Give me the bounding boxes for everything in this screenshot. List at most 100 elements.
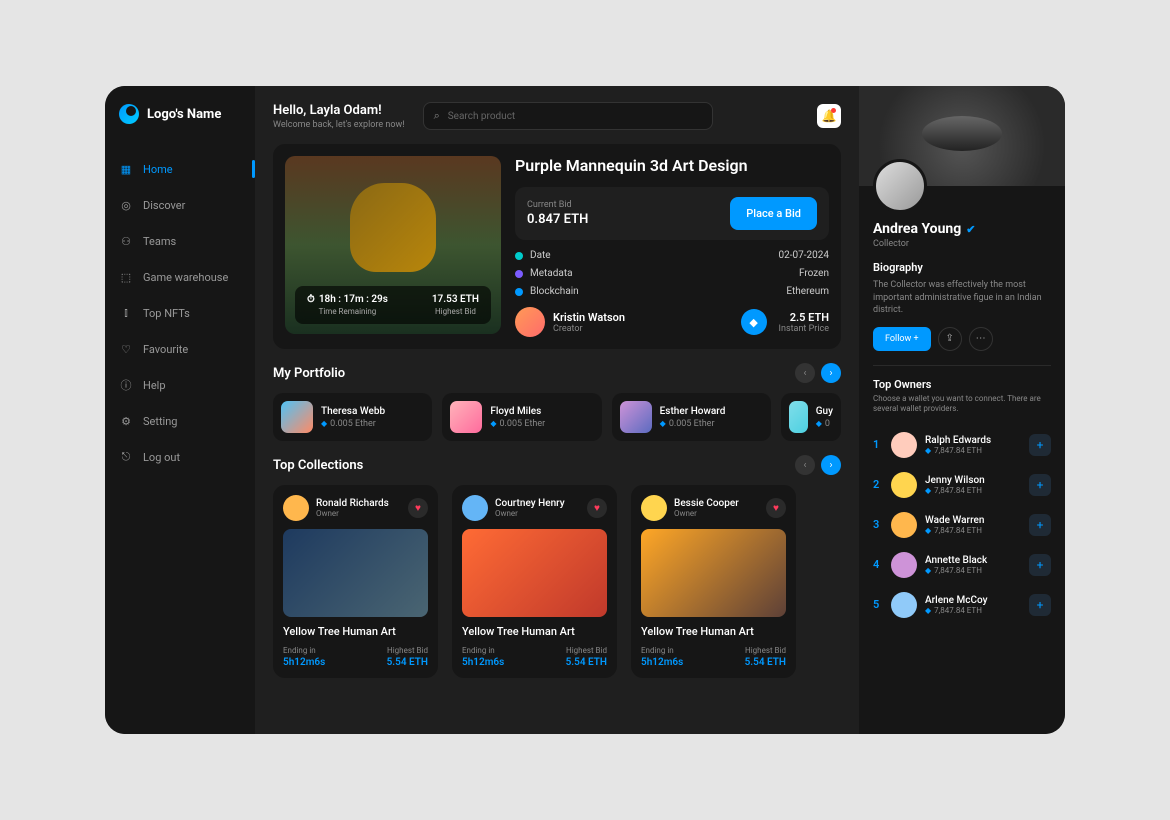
owner-avatar bbox=[641, 495, 667, 521]
nav-top-nfts[interactable]: ⫾Top NFTs bbox=[105, 296, 255, 330]
collection-card[interactable]: Ronald RichardsOwner♥ Yellow Tree Human … bbox=[273, 485, 438, 678]
more-button[interactable]: ⋯ bbox=[969, 327, 993, 351]
favorite-button[interactable]: ♥ bbox=[587, 498, 607, 518]
portfolio-image bbox=[620, 401, 652, 433]
heart-icon: ♡ bbox=[119, 342, 133, 356]
nav-setting[interactable]: ⚙Setting bbox=[105, 404, 255, 438]
dot-icon bbox=[515, 270, 523, 278]
portfolio-card[interactable]: Theresa Webb◆0.005 Ether bbox=[273, 393, 432, 441]
place-bid-button[interactable]: Place a Bid bbox=[730, 197, 817, 230]
nav-home[interactable]: ▦Home bbox=[105, 152, 255, 186]
portfolio-title: My Portfolio bbox=[273, 366, 345, 381]
portfolio-card[interactable]: Esther Howard◆0.005 Ether bbox=[612, 393, 771, 441]
eth-icon: ◆ bbox=[321, 419, 327, 428]
share-button[interactable]: ⇪ bbox=[938, 327, 962, 351]
follow-button[interactable]: Follow + bbox=[873, 327, 931, 351]
verified-icon: ✔ bbox=[966, 223, 975, 236]
profile-avatar bbox=[873, 159, 927, 213]
notification-button[interactable]: 🔔 bbox=[817, 104, 841, 128]
portfolio-row: Theresa Webb◆0.005 Ether Floyd Miles◆0.0… bbox=[273, 393, 841, 441]
eth-icon: ◆ bbox=[490, 419, 496, 428]
collections-next[interactable]: › bbox=[821, 455, 841, 475]
owner-avatar bbox=[283, 495, 309, 521]
dot-icon bbox=[515, 288, 523, 296]
owner-avatar bbox=[891, 472, 917, 498]
add-owner-button[interactable]: + bbox=[1029, 434, 1051, 456]
creator-name: Kristin Watson bbox=[553, 311, 625, 324]
nav-discover[interactable]: ◎Discover bbox=[105, 188, 255, 222]
logo-icon bbox=[119, 104, 139, 124]
nav-warehouse[interactable]: ⬚Game warehouse bbox=[105, 260, 255, 294]
owners-list: 1Ralph Edwards◆7,847.84 ETH+ 2Jenny Wils… bbox=[873, 425, 1051, 625]
portfolio-card[interactable]: Guy◆0 bbox=[781, 393, 841, 441]
creator-role: Creator bbox=[553, 324, 625, 334]
meta-list: Date02-07-2024 MetadataFrozen Blockchain… bbox=[515, 250, 829, 297]
creator-row: Kristin Watson Creator ◆ 2.5 ETH Instant… bbox=[515, 307, 829, 337]
header: Hello, Layla Odam! Welcome back, let's e… bbox=[273, 102, 841, 130]
logo: Logo's Name bbox=[105, 104, 255, 124]
instant-price-label: Instant Price bbox=[779, 324, 829, 334]
nav-favourite[interactable]: ♡Favourite bbox=[105, 332, 255, 366]
grid-icon: ▦ bbox=[119, 162, 133, 176]
bio-title: Biography bbox=[873, 261, 1051, 274]
clock-icon: ⏱ bbox=[307, 294, 315, 305]
portfolio-next[interactable]: › bbox=[821, 363, 841, 383]
eth-icon: ◆ bbox=[660, 419, 666, 428]
owner-avatar bbox=[462, 495, 488, 521]
nav-logout[interactable]: ⎋Log out bbox=[105, 440, 255, 474]
owner-row: 2Jenny Wilson◆7,847.84 ETH+ bbox=[873, 465, 1051, 505]
nav-teams[interactable]: ⚇Teams bbox=[105, 224, 255, 258]
add-owner-button[interactable]: + bbox=[1029, 594, 1051, 616]
featured-card: ⏱18h : 17m : 29s Time Remaining 17.53 ET… bbox=[273, 144, 841, 349]
portfolio-card[interactable]: Floyd Miles◆0.005 Ether bbox=[442, 393, 601, 441]
users-icon: ⚇ bbox=[119, 234, 133, 248]
search-input[interactable] bbox=[448, 111, 702, 122]
bid-row: Current Bid 0.847 ETH Place a Bid bbox=[515, 187, 829, 240]
collections-header: Top Collections ‹ › bbox=[273, 455, 841, 475]
highest-bid-label: Highest Bid bbox=[432, 307, 479, 316]
owner-avatar bbox=[891, 552, 917, 578]
owner-row: 3Wade Warren◆7,847.84 ETH+ bbox=[873, 505, 1051, 545]
logout-icon: ⎋ bbox=[119, 450, 133, 464]
help-icon: ⓘ bbox=[119, 378, 133, 392]
search-icon: ⌕ bbox=[434, 109, 440, 123]
eth-icon: ◆ bbox=[925, 566, 931, 575]
portfolio-image bbox=[450, 401, 482, 433]
featured-image: ⏱18h : 17m : 29s Time Remaining 17.53 ET… bbox=[285, 156, 501, 334]
add-owner-button[interactable]: + bbox=[1029, 514, 1051, 536]
favorite-button[interactable]: ♥ bbox=[408, 498, 428, 518]
featured-title: Purple Mannequin 3d Art Design bbox=[515, 156, 829, 175]
eth-icon: ◆ bbox=[925, 526, 931, 535]
timer-value: 18h : 17m : 29s bbox=[319, 294, 388, 305]
compass-icon: ◎ bbox=[119, 198, 133, 212]
notification-dot bbox=[831, 108, 836, 113]
gamepad-icon: ⬚ bbox=[119, 270, 133, 284]
owner-avatar bbox=[891, 432, 917, 458]
add-owner-button[interactable]: + bbox=[1029, 474, 1051, 496]
eth-icon: ◆ bbox=[925, 606, 931, 615]
instant-price: 2.5 ETH bbox=[779, 311, 829, 324]
featured-info: Purple Mannequin 3d Art Design Current B… bbox=[515, 156, 829, 337]
profile-role: Collector bbox=[873, 239, 1051, 249]
nav-help[interactable]: ⓘHelp bbox=[105, 368, 255, 402]
nav: ▦Home ◎Discover ⚇Teams ⬚Game warehouse ⫾… bbox=[105, 152, 255, 474]
collection-card[interactable]: Courtney HenryOwner♥ Yellow Tree Human A… bbox=[452, 485, 617, 678]
eth-icon: ◆ bbox=[925, 486, 931, 495]
collection-image bbox=[641, 529, 786, 617]
portfolio-image bbox=[789, 401, 808, 433]
collections-prev[interactable]: ‹ bbox=[795, 455, 815, 475]
sidebar: Logo's Name ▦Home ◎Discover ⚇Teams ⬚Game… bbox=[105, 86, 255, 734]
bio-text: The Collector was effectively the most i… bbox=[873, 279, 1051, 317]
portfolio-image bbox=[281, 401, 313, 433]
meta-blockchain: BlockchainEthereum bbox=[515, 286, 829, 297]
eth-icon: ◆ bbox=[741, 309, 767, 335]
greeting-title: Hello, Layla Odam! bbox=[273, 103, 405, 118]
bid-label: Current Bid bbox=[527, 200, 588, 210]
profile-name: Andrea Young✔ bbox=[873, 221, 1051, 237]
collection-image bbox=[462, 529, 607, 617]
search-box[interactable]: ⌕ bbox=[423, 102, 713, 130]
favorite-button[interactable]: ♥ bbox=[766, 498, 786, 518]
collection-card[interactable]: Bessie CooperOwner♥ Yellow Tree Human Ar… bbox=[631, 485, 796, 678]
add-owner-button[interactable]: + bbox=[1029, 554, 1051, 576]
portfolio-prev[interactable]: ‹ bbox=[795, 363, 815, 383]
